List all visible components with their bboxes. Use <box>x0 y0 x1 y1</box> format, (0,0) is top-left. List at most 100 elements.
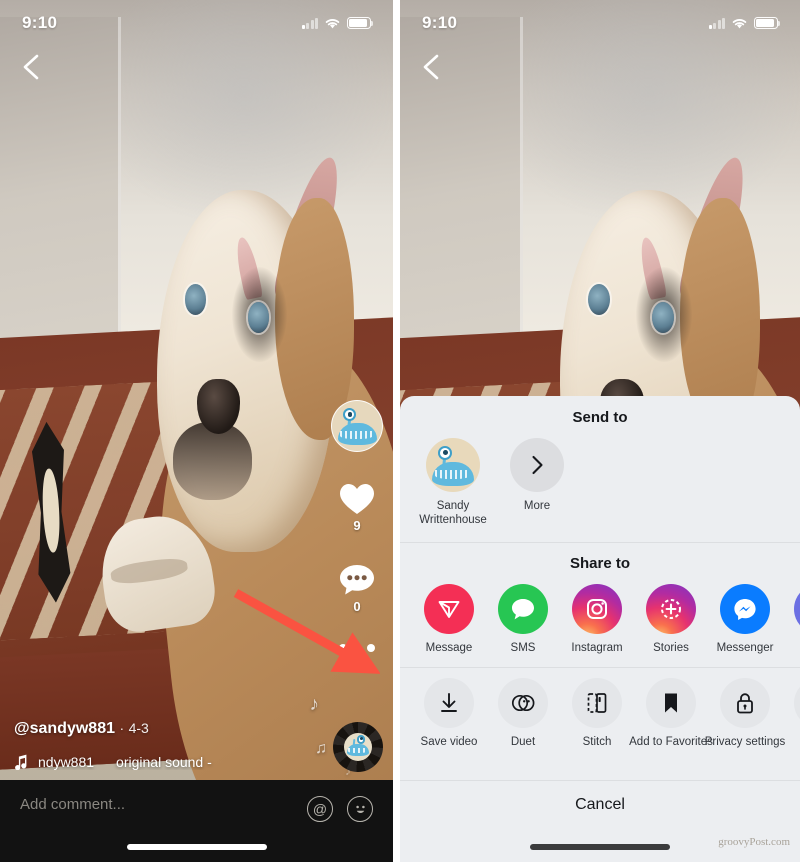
cancel-label: Cancel <box>575 796 625 813</box>
actions-row: Save video Duet Stitch Add to Favorites … <box>400 668 800 761</box>
send-to-title: Send to <box>572 409 628 426</box>
dog-eye-right <box>247 301 270 333</box>
record-label-avatar <box>344 733 372 761</box>
home-indicator <box>126 844 267 850</box>
avatar-blob-art <box>426 438 480 492</box>
duet-glyph <box>511 695 535 712</box>
avatar-blob-art <box>344 733 372 761</box>
action-privacy-settings[interactable]: Privacy settings <box>705 678 785 749</box>
battery-icon <box>754 17 781 29</box>
video-meta: @sandyw881 · 4-3 ndyw881 original sound … <box>14 720 323 770</box>
download-glyph <box>441 693 457 713</box>
dot <box>367 644 375 652</box>
action-save-video[interactable]: Save video <box>420 678 478 749</box>
send-to-row: Sandy Writtenhouse More <box>400 426 800 542</box>
more-label: More <box>523 500 551 512</box>
sound-text-2: original sound - <box>116 754 212 770</box>
dot <box>353 644 361 652</box>
share-item-stories[interactable]: Stories <box>644 583 698 655</box>
action-live-photo[interactable]: Live ph <box>792 678 800 749</box>
watermark: groovyPost.com <box>718 836 790 848</box>
like-count: 9 <box>353 518 361 533</box>
send-to-more-button[interactable]: More <box>506 438 568 513</box>
duet-circles-icon <box>498 678 548 729</box>
creator-username-row[interactable]: @sandyw881 · 4-3 <box>14 720 323 738</box>
share-label: Messenger <box>716 641 774 654</box>
send-triangle-glyph <box>438 600 460 618</box>
action-add-to-favorites[interactable]: Add to Favorites <box>629 678 713 749</box>
instagram-stories-icon <box>646 583 696 634</box>
action-label: Add to Favorites <box>629 736 713 749</box>
sms-bubble-glyph <box>512 598 534 620</box>
bookmark-glyph <box>665 693 677 713</box>
copy-link-icon <box>794 583 800 634</box>
at-sign-icon[interactable]: @ <box>307 796 333 822</box>
comment-bubble-icon <box>340 565 374 595</box>
back-button[interactable] <box>416 50 450 84</box>
wifi-icon <box>732 18 747 28</box>
status-bar: 9:10 <box>0 0 393 46</box>
share-item-sms[interactable]: SMS <box>496 583 550 655</box>
share-item-instagram[interactable]: Instagram <box>570 583 624 655</box>
share-to-row: Message SMS Instagram Stories Messenger <box>400 574 800 667</box>
add-comment-input[interactable]: Add comment... <box>20 796 293 813</box>
back-button[interactable] <box>16 50 50 84</box>
status-indicators <box>301 17 374 30</box>
stories-plus-glyph <box>661 598 681 619</box>
share-item-message[interactable]: Message <box>422 583 476 655</box>
tiktok-message-icon <box>424 583 474 634</box>
sound-row[interactable]: ndyw881 original sound - <box>14 754 323 770</box>
share-label: Stories <box>653 641 689 654</box>
action-duet[interactable]: Duet <box>496 678 550 749</box>
sound-marquee: ndyw881 original sound - <box>38 754 212 770</box>
left-phone-screen: 9:10 9 0 @sandyw881 · 4-3 ndyw881 origin… <box>0 0 393 862</box>
dog-eye-right <box>652 301 674 333</box>
action-stitch[interactable]: Stitch <box>570 678 624 749</box>
action-label: Stitch <box>582 736 612 749</box>
download-arrow-icon <box>424 678 474 729</box>
status-indicators <box>708 17 781 30</box>
action-rail: 9 0 <box>329 400 385 652</box>
like-button[interactable]: 9 <box>338 482 376 533</box>
share-sheet: Send to Sandy Writtenhouse More Share to… <box>400 396 800 862</box>
share-label: SMS <box>510 641 536 654</box>
music-note-icon <box>15 754 27 770</box>
share-item-messenger[interactable]: Messenger <box>716 583 774 655</box>
post-date-sep: · <box>119 720 125 736</box>
status-time: 9:10 <box>422 13 458 32</box>
lock-icon <box>720 678 770 729</box>
creator-username: @sandyw881 <box>14 720 115 737</box>
chevron-right-icon <box>532 455 543 475</box>
more-circle <box>510 438 564 492</box>
panel-gap <box>393 0 400 862</box>
smiley-glyph <box>355 805 365 813</box>
comment-count: 0 <box>353 599 361 614</box>
heart-icon <box>340 484 374 514</box>
signal-bars-icon <box>301 17 318 29</box>
instagram-camera-glyph <box>587 598 607 619</box>
spinning-record-button[interactable] <box>333 722 383 772</box>
share-to-title: Share to <box>569 554 630 572</box>
screenshot-root: 9:10 9 0 @sandyw881 · 4-3 ndyw881 origin… <box>0 0 800 862</box>
facebook-messenger-icon <box>720 583 770 634</box>
share-item-copy[interactable]: Copy <box>792 583 800 655</box>
contact-name: Sandy Writtenhouse <box>419 500 487 527</box>
instagram-icon <box>572 583 622 634</box>
creator-avatar[interactable] <box>331 400 383 452</box>
stitch-glyph <box>587 693 607 713</box>
emoji-smiley-icon[interactable] <box>347 796 373 822</box>
status-time: 9:10 <box>22 13 58 32</box>
dog-snout <box>172 422 252 500</box>
stitch-icon <box>572 678 622 729</box>
share-label: Message <box>425 641 473 654</box>
sms-bubble-icon <box>498 583 548 634</box>
status-bar: 9:10 <box>400 0 800 46</box>
share-three-dots-button[interactable] <box>339 644 375 652</box>
bookmark-icon <box>646 678 696 729</box>
send-to-contact[interactable]: Sandy Writtenhouse <box>419 438 487 528</box>
action-label: Save video <box>420 736 478 749</box>
comment-button[interactable]: 0 <box>338 563 376 614</box>
wifi-icon <box>325 18 340 28</box>
action-label: Privacy settings <box>704 736 786 749</box>
battery-icon <box>347 17 374 29</box>
